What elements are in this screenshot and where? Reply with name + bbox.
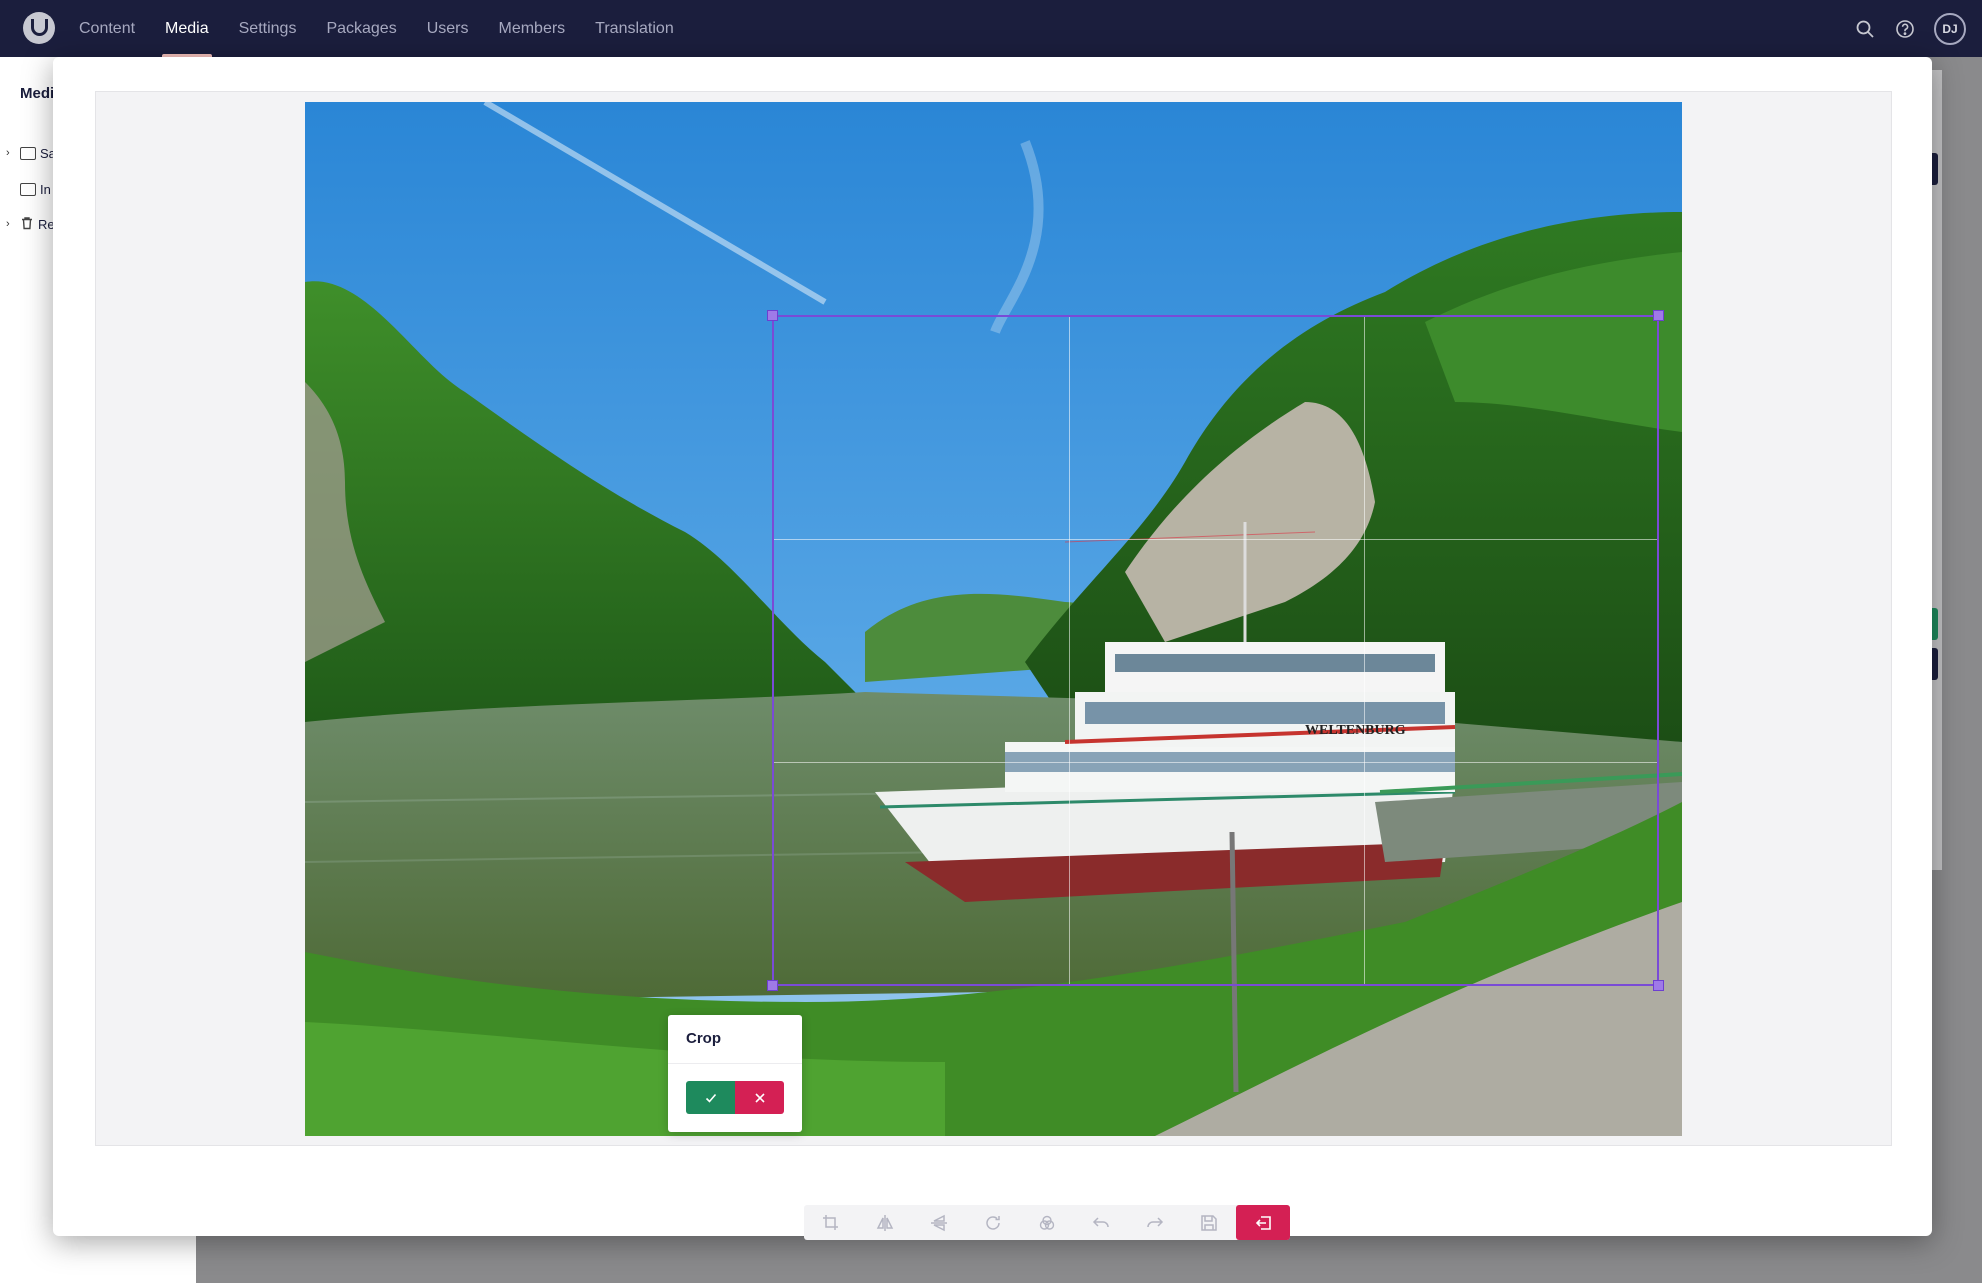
crop-handle-top-right[interactable] [1653,310,1664,321]
close-icon [754,1092,765,1103]
cancel-crop-button[interactable] [735,1081,784,1114]
flip-vertical-icon[interactable] [912,1205,966,1240]
crop-handle-bottom-left[interactable] [767,980,778,991]
tree-item-2[interactable]: In [6,177,51,201]
nav-item-translation[interactable]: Translation [580,0,689,57]
top-navigation: Content Media Settings Packages Users Me… [0,0,1982,57]
filter-icon[interactable] [1020,1205,1074,1240]
crop-popup-title: Crop [686,1030,721,1047]
save-icon[interactable] [1182,1205,1236,1240]
media-image: WELTENBURG [305,102,1682,1136]
redo-icon[interactable] [1128,1205,1182,1240]
flip-horizontal-icon[interactable] [858,1205,912,1240]
nav-item-users[interactable]: Users [412,0,484,57]
crop-selection[interactable] [767,310,1664,991]
nav-item-settings[interactable]: Settings [224,0,312,57]
tree-item-1[interactable]: › Sa [6,141,56,165]
trash-icon [20,216,34,233]
crop-handle-top-left[interactable] [767,310,778,321]
editor-canvas: WELTENBURG [95,91,1892,1146]
editor-toolbar [804,1205,1290,1240]
nav-item-media[interactable]: Media [150,0,224,57]
crop-popup: Crop [668,1015,802,1132]
check-icon [705,1093,716,1103]
search-icon[interactable] [1854,18,1876,40]
nav-item-packages[interactable]: Packages [311,0,411,57]
apply-crop-button[interactable] [686,1081,735,1114]
crop-grid-line [774,762,1657,763]
section-nav: Content Media Settings Packages Users Me… [64,0,689,57]
tree-item-label: In [40,181,51,197]
panel-title: Medi [20,85,55,102]
nav-item-content[interactable]: Content [64,0,150,57]
nav-item-members[interactable]: Members [483,0,580,57]
crop-handle-bottom-right[interactable] [1653,980,1664,991]
crop-icon[interactable] [804,1205,858,1240]
exit-icon[interactable] [1236,1205,1290,1240]
undo-icon[interactable] [1074,1205,1128,1240]
image-editor-modal: WELTENBURG Crop [53,57,1932,1240]
crop-grid-line [774,539,1657,540]
crop-grid-line [1364,317,1365,984]
chevron-right-icon[interactable]: › [6,218,16,230]
divider [668,1063,802,1064]
media-folder-icon [20,146,36,160]
chevron-right-icon[interactable]: › [6,147,16,159]
crop-grid-line [1069,317,1070,984]
tree-item-3[interactable]: › Re [6,212,55,236]
media-folder-icon [20,182,36,196]
help-icon[interactable] [1894,18,1916,40]
rotate-icon[interactable] [966,1205,1020,1240]
user-avatar[interactable]: DJ [1934,12,1966,45]
umbraco-logo-icon[interactable] [23,12,55,44]
